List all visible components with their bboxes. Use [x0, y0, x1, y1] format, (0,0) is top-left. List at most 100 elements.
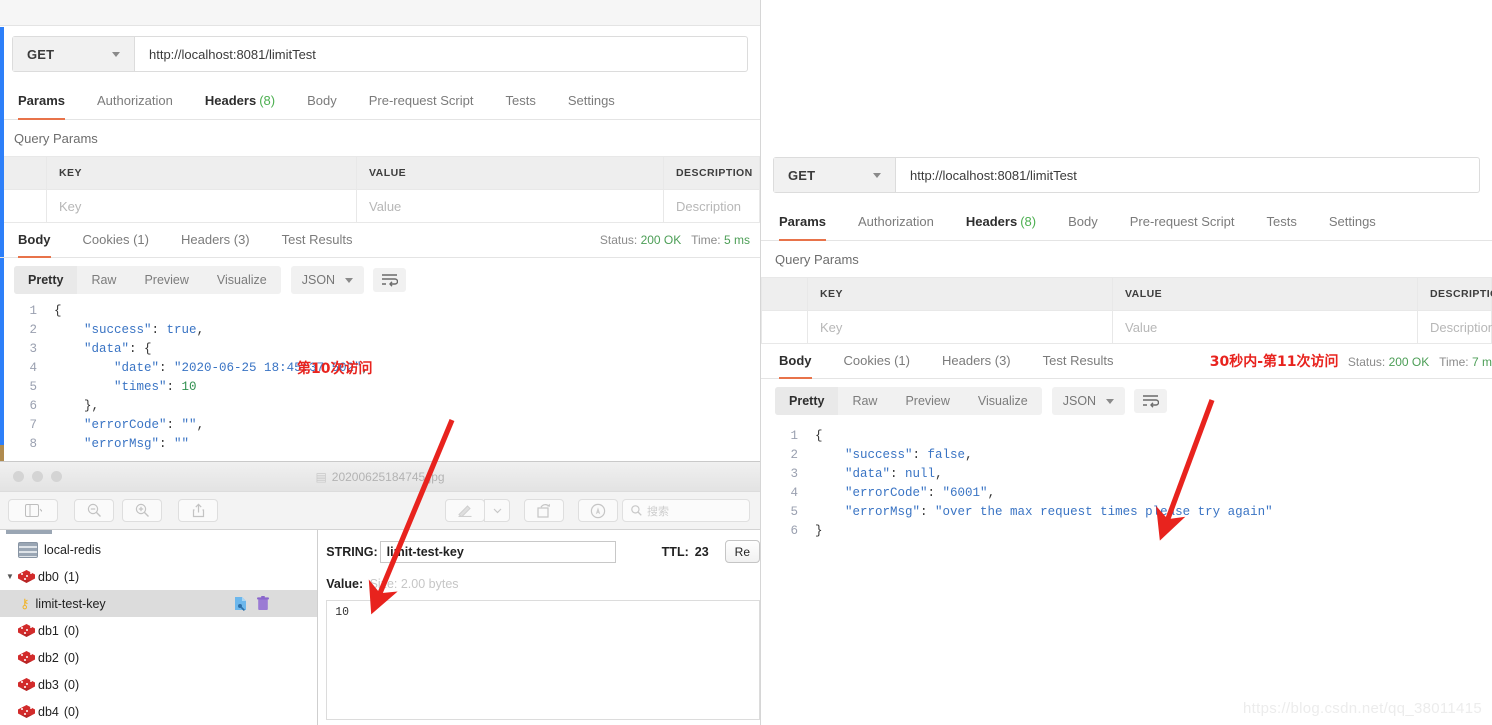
tree-item-count: (0): [64, 651, 79, 665]
row-checkbox-cell[interactable]: [1, 190, 47, 223]
tree-item-local-redis[interactable]: local-redis: [0, 536, 317, 563]
line-number: 6: [0, 397, 54, 416]
chevron-down-icon: [493, 508, 502, 514]
select-all-cell[interactable]: [1, 157, 47, 190]
tree-item-db1[interactable]: db1 (0): [0, 617, 317, 644]
view-mode-pretty-left[interactable]: Pretty: [14, 266, 77, 294]
format-select-right[interactable]: JSON: [1052, 387, 1125, 415]
http-method-label-left: GET: [27, 47, 54, 62]
markup-button[interactable]: [445, 499, 485, 522]
redis-rename-button[interactable]: Re: [725, 540, 760, 563]
delete-key-icon[interactable]: [257, 596, 269, 611]
response-tab-body-left[interactable]: Body: [14, 232, 67, 257]
tab-settings-right[interactable]: Settings: [1313, 214, 1392, 240]
response-tab-body-right[interactable]: Body: [775, 353, 828, 378]
tab-authorization-right[interactable]: Authorization: [842, 214, 950, 240]
zoom-out-button[interactable]: [74, 499, 114, 522]
markup-dropdown-button[interactable]: [484, 499, 510, 522]
view-mode-visualize-left[interactable]: Visualize: [203, 266, 281, 294]
view-mode-raw-left[interactable]: Raw: [77, 266, 130, 294]
view-mode-raw-right[interactable]: Raw: [838, 387, 891, 415]
row-checkbox-cell[interactable]: [762, 311, 808, 344]
tree-item-db2[interactable]: db2 (0): [0, 644, 317, 671]
response-tab-cookies-left[interactable]: Cookies (1): [67, 232, 165, 257]
request-tabs-left: Params Authorization Headers(8) Body Pre…: [0, 84, 760, 120]
tree-item-db4[interactable]: db4 (0): [0, 698, 317, 725]
time-value: 7 m: [1472, 355, 1492, 369]
view-mode-group-right: Pretty Raw Preview Visualize: [775, 387, 1042, 415]
description-input[interactable]: Description: [664, 190, 760, 223]
tab-authorization-left[interactable]: Authorization: [81, 93, 189, 119]
response-tabs-right: Body Cookies (1) Headers (3) Test Result…: [761, 344, 1492, 379]
preview-search-field[interactable]: 搜索: [622, 499, 750, 522]
redis-size-label: Size: 2.00 bytes: [370, 577, 459, 591]
code-line: 4 "errorCode": "6001",: [761, 484, 1492, 503]
expander-open-icon[interactable]: ▼: [6, 572, 18, 581]
response-tab-cookies-right[interactable]: Cookies (1): [828, 353, 926, 378]
tab-badge: (3): [995, 353, 1011, 368]
view-mode-preview-right[interactable]: Preview: [891, 387, 963, 415]
tab-tests-right[interactable]: Tests: [1250, 214, 1312, 240]
annotation-right-visit-count: 30秒内-第11次访问: [1210, 354, 1339, 370]
tab-badge: (8): [259, 93, 275, 108]
request-tab-strip-left[interactable]: [0, 0, 760, 26]
line-number: 3: [0, 340, 54, 359]
line-number: 2: [761, 446, 815, 465]
value-input[interactable]: Value: [357, 190, 664, 223]
share-button[interactable]: [178, 499, 218, 522]
tab-headers-left[interactable]: Headers(8): [189, 93, 291, 119]
code-text: "data": {: [54, 340, 152, 359]
select-all-cell[interactable]: [762, 278, 808, 311]
tab-tests-left[interactable]: Tests: [489, 93, 551, 119]
format-select-left[interactable]: JSON: [291, 266, 364, 294]
http-method-select-left[interactable]: GET: [13, 37, 135, 71]
sidebar-toggle-button[interactable]: [8, 499, 58, 522]
tab-pre-request-script-left[interactable]: Pre-request Script: [353, 93, 490, 119]
query-params-table-right: KEY VALUE DESCRIPTION Key Value Descript…: [761, 277, 1492, 344]
response-tab-headers-left[interactable]: Headers (3): [165, 232, 266, 257]
redis-key-name-field[interactable]: limit-test-key: [380, 541, 616, 563]
tab-label: Tests: [1266, 214, 1296, 229]
tab-params-right[interactable]: Params: [775, 214, 842, 240]
tab-params-left[interactable]: Params: [14, 93, 81, 119]
wrap-lines-button-right[interactable]: [1134, 389, 1167, 413]
value-input[interactable]: Value: [1113, 311, 1418, 344]
view-mode-preview-left[interactable]: Preview: [130, 266, 202, 294]
description-input[interactable]: Description: [1418, 311, 1492, 344]
tab-body-left[interactable]: Body: [291, 93, 353, 119]
key-input[interactable]: Key: [47, 190, 357, 223]
tree-item-db3[interactable]: db3 (0): [0, 671, 317, 698]
edit-key-icon[interactable]: [234, 596, 247, 611]
view-mode-visualize-right[interactable]: Visualize: [964, 387, 1042, 415]
response-tab-test-results-left[interactable]: Test Results: [266, 232, 369, 257]
table-header-row: KEY VALUE DESCRIPTION: [1, 157, 760, 190]
http-method-select-right[interactable]: GET: [774, 158, 896, 192]
tab-body-right[interactable]: Body: [1052, 214, 1114, 240]
table-row: Key Value Description: [1, 190, 760, 223]
view-mode-pretty-right[interactable]: Pretty: [775, 387, 838, 415]
tree-item-limit-test-key[interactable]: ⚷ limit-test-key: [0, 590, 317, 617]
key-input[interactable]: Key: [808, 311, 1113, 344]
tab-settings-left[interactable]: Settings: [552, 93, 631, 119]
url-row-right: GET http://localhost:8081/limitTest: [761, 151, 1492, 205]
tab-pre-request-script-right[interactable]: Pre-request Script: [1114, 214, 1251, 240]
zoom-in-button[interactable]: [122, 499, 162, 522]
response-body-code-left[interactable]: 1{ 2 "success": true, 3 "data": { 4 "dat…: [0, 302, 760, 454]
url-input-right[interactable]: http://localhost:8081/limitTest: [896, 158, 1479, 192]
line-number: 4: [761, 484, 815, 503]
url-input-left[interactable]: http://localhost:8081/limitTest: [135, 37, 747, 71]
tab-headers-right[interactable]: Headers(8): [950, 214, 1052, 240]
chevron-down-icon: [873, 173, 881, 178]
redis-value-textarea[interactable]: 10: [326, 600, 760, 720]
tree-item-db0[interactable]: ▼ db0 (1): [0, 563, 317, 590]
wrap-lines-button-left[interactable]: [373, 268, 406, 292]
status-label: Status:: [1348, 355, 1385, 369]
line-number: 5: [0, 378, 54, 397]
preview-toolbar: 搜索: [0, 492, 760, 530]
response-tab-test-results-right[interactable]: Test Results: [1027, 353, 1130, 378]
annotation-left-visit-count: 第10次访问: [297, 358, 372, 378]
rotate-button[interactable]: [524, 499, 564, 522]
response-tab-headers-right[interactable]: Headers (3): [926, 353, 1027, 378]
response-body-code-right[interactable]: 1{ 2 "success": false, 3 "data": null, 4…: [761, 423, 1492, 541]
annotate-button[interactable]: [578, 499, 618, 522]
